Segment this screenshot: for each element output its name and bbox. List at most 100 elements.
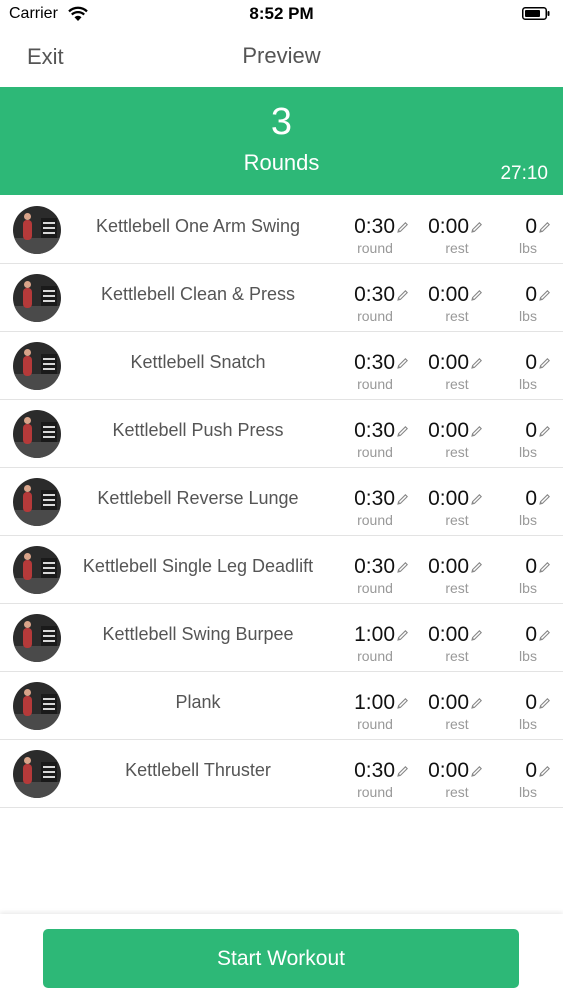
edit-pencil-icon[interactable] — [396, 289, 409, 302]
rest-duration[interactable]: 0:00 — [428, 215, 469, 239]
round-duration[interactable]: 0:30 — [354, 283, 395, 307]
edit-pencil-icon[interactable] — [470, 629, 483, 642]
round-unit-label: round — [357, 648, 393, 664]
weight-unit-label: lbs — [519, 512, 537, 528]
start-workout-button[interactable]: Start Workout — [43, 929, 519, 988]
weight-value[interactable]: 0 — [525, 283, 537, 307]
edit-pencil-icon[interactable] — [396, 561, 409, 574]
round-duration[interactable]: 0:30 — [354, 351, 395, 375]
status-time: 8:52 PM — [249, 4, 314, 23]
edit-pencil-icon[interactable] — [538, 561, 551, 574]
bottom-bar: Start Workout — [0, 914, 563, 1000]
round-unit-label: round — [357, 240, 393, 256]
exercise-name: Kettlebell Clean & Press — [100, 284, 296, 304]
edit-pencil-icon[interactable] — [470, 425, 483, 438]
edit-pencil-icon[interactable] — [538, 357, 551, 370]
edit-pencil-icon[interactable] — [396, 221, 409, 234]
edit-pencil-icon[interactable] — [470, 561, 483, 574]
exercise-name: Kettlebell Reverse Lunge — [97, 488, 299, 508]
round-duration[interactable]: 1:00 — [354, 691, 395, 715]
round-unit-label: round — [357, 580, 393, 596]
exercise-name: Kettlebell Thruster — [125, 760, 271, 780]
edit-pencil-icon[interactable] — [470, 289, 483, 302]
rest-duration[interactable]: 0:00 — [428, 759, 469, 783]
edit-pencil-icon[interactable] — [396, 493, 409, 506]
edit-pencil-icon[interactable] — [396, 357, 409, 370]
exercise-thumbnail — [13, 478, 61, 526]
exercise-row[interactable]: Kettlebell Snatch 0:30 0:00 0 round rest lbs — [0, 332, 563, 400]
weight-unit-label: lbs — [519, 308, 537, 324]
edit-pencil-icon[interactable] — [396, 425, 409, 438]
edit-pencil-icon[interactable] — [470, 765, 483, 778]
status-bar: Carrier 8:52 PM — [0, 0, 563, 30]
rounds-header: 3 Rounds 27:10 — [0, 87, 563, 195]
weight-value[interactable]: 0 — [525, 351, 537, 375]
exercise-row[interactable]: Kettlebell Reverse Lunge 0:30 0:00 0 round re… — [0, 468, 563, 536]
edit-pencil-icon[interactable] — [538, 221, 551, 234]
weight-value[interactable]: 0 — [525, 555, 537, 579]
exercise-list: Kettlebell One Arm Swing 0:30 0:00 0 round re… — [0, 196, 563, 808]
weight-unit-label: lbs — [519, 240, 537, 256]
exercise-row[interactable]: Kettlebell Clean & Press 0:30 0:00 0 round re… — [0, 264, 563, 332]
rest-duration[interactable]: 0:00 — [428, 555, 469, 579]
exercise-row[interactable]: Kettlebell Push Press 0:30 0:00 0 round rest l… — [0, 400, 563, 468]
rest-unit-label: rest — [445, 308, 469, 324]
round-duration[interactable]: 0:30 — [354, 759, 395, 783]
weight-value[interactable]: 0 — [525, 691, 537, 715]
exercise-row[interactable]: Kettlebell Single Leg Deadlift 0:30 0:00 0 r… — [0, 536, 563, 604]
edit-pencil-icon[interactable] — [538, 629, 551, 642]
exercise-row[interactable]: Kettlebell Swing Burpee 1:00 0:00 0 round res… — [0, 604, 563, 672]
round-duration[interactable]: 0:30 — [354, 419, 395, 443]
rounds-label: Rounds — [243, 150, 320, 175]
edit-pencil-icon[interactable] — [470, 221, 483, 234]
exercise-name: Plank — [175, 692, 221, 712]
exercise-thumbnail — [13, 546, 61, 594]
exercise-name: Kettlebell Snatch — [130, 352, 266, 372]
round-unit-label: round — [357, 308, 393, 324]
rest-duration[interactable]: 0:00 — [428, 351, 469, 375]
rest-duration[interactable]: 0:00 — [428, 691, 469, 715]
rest-unit-label: rest — [445, 784, 469, 800]
exercise-thumbnail — [13, 682, 61, 730]
edit-pencil-icon[interactable] — [470, 357, 483, 370]
weight-value[interactable]: 0 — [525, 487, 537, 511]
exercise-row[interactable]: Kettlebell One Arm Swing 0:30 0:00 0 round re… — [0, 196, 563, 264]
edit-pencil-icon[interactable] — [538, 493, 551, 506]
weight-unit-label: lbs — [519, 784, 537, 800]
round-duration[interactable]: 0:30 — [354, 487, 395, 511]
round-duration[interactable]: 0:30 — [354, 215, 395, 239]
rest-duration[interactable]: 0:00 — [428, 283, 469, 307]
rest-duration[interactable]: 0:00 — [428, 623, 469, 647]
round-duration[interactable]: 0:30 — [354, 555, 395, 579]
round-duration[interactable]: 1:00 — [354, 623, 395, 647]
exercise-name: Kettlebell One Arm Swing — [95, 216, 301, 236]
weight-value[interactable]: 0 — [525, 419, 537, 443]
weight-unit-label: lbs — [519, 376, 537, 392]
exercise-name: Kettlebell Push Press — [112, 420, 284, 440]
edit-pencil-icon[interactable] — [470, 493, 483, 506]
edit-pencil-icon[interactable] — [396, 765, 409, 778]
weight-unit-label: lbs — [519, 648, 537, 664]
rest-unit-label: rest — [445, 648, 469, 664]
rest-unit-label: rest — [445, 444, 469, 460]
edit-pencil-icon[interactable] — [538, 289, 551, 302]
exercise-row[interactable]: Kettlebell Thruster 0:30 0:00 0 round rest lbs — [0, 740, 563, 808]
exercise-row[interactable]: Plank 1:00 0:00 0 round rest lbs — [0, 672, 563, 740]
exercise-thumbnail — [13, 614, 61, 662]
rest-duration[interactable]: 0:00 — [428, 419, 469, 443]
weight-value[interactable]: 0 — [525, 215, 537, 239]
weight-value[interactable]: 0 — [525, 623, 537, 647]
edit-pencil-icon[interactable] — [538, 697, 551, 710]
round-unit-label: round — [357, 444, 393, 460]
edit-pencil-icon[interactable] — [538, 425, 551, 438]
rounds-count: 3 — [270, 101, 293, 143]
total-time: 27:10 — [500, 163, 548, 184]
rest-duration[interactable]: 0:00 — [428, 487, 469, 511]
weight-value[interactable]: 0 — [525, 759, 537, 783]
edit-pencil-icon[interactable] — [396, 629, 409, 642]
round-unit-label: round — [357, 376, 393, 392]
edit-pencil-icon[interactable] — [396, 697, 409, 710]
edit-pencil-icon[interactable] — [470, 697, 483, 710]
weight-unit-label: lbs — [519, 444, 537, 460]
edit-pencil-icon[interactable] — [538, 765, 551, 778]
